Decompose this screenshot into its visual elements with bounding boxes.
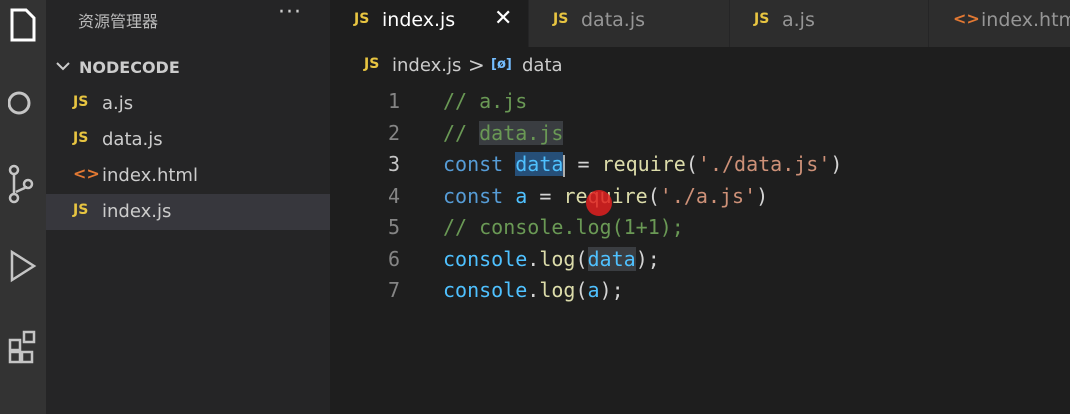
breadcrumb-file[interactable]: index.js — [392, 55, 461, 76]
folder-header[interactable]: NODECODE — [46, 52, 330, 82]
identifier-token: a — [503, 184, 528, 208]
function-token: log — [539, 247, 576, 271]
chevron-down-icon — [54, 57, 72, 79]
chevron-right-icon: > — [468, 53, 485, 77]
file-label: a.js — [102, 93, 134, 114]
identifier-token: console — [443, 247, 528, 271]
file-label: data.js — [102, 129, 163, 150]
file-item-index-html[interactable]: <> index.html — [46, 158, 330, 194]
string-token: './data.js' — [697, 152, 831, 176]
keyword-token: const — [443, 152, 504, 176]
file-item-data-js[interactable]: JS data.js — [46, 122, 330, 158]
code-line: const data = require('./data.js') — [443, 152, 842, 177]
operator-token: = — [527, 184, 564, 208]
tab-a-js[interactable]: JS a.js — [730, 0, 929, 47]
code-line: console.log(a); — [443, 278, 624, 302]
js-file-icon: JS — [754, 11, 770, 27]
paren-token: ( — [575, 247, 588, 271]
paren-token: ) — [830, 152, 843, 176]
operator-token: = — [565, 152, 602, 176]
comment-token: // console.log(1+1); — [443, 215, 684, 239]
js-file-icon: JS — [553, 11, 569, 27]
tab-index-js[interactable]: JS index.js ✕ — [330, 0, 529, 47]
file-item-index-js[interactable]: JS index.js — [46, 194, 330, 230]
line-number: 7 — [387, 278, 400, 302]
js-file-icon: JS — [364, 56, 380, 72]
extensions-icon[interactable] — [0, 326, 46, 370]
file-label: index.html — [102, 165, 198, 186]
line-number: 2 — [387, 121, 400, 145]
comment-token: // a.js — [443, 89, 528, 113]
paren-token: ); — [635, 247, 660, 271]
tab-index-html[interactable]: <> index.htm — [929, 0, 1070, 47]
tab-data-js[interactable]: JS data.js — [529, 0, 730, 47]
activity-bar — [0, 0, 46, 414]
comment-highlight: data.js — [479, 121, 564, 145]
file-item-a-js[interactable]: JS a.js — [46, 86, 330, 122]
line-number: 1 — [387, 89, 400, 113]
paren-token: ( — [647, 184, 660, 208]
keyword-token: const — [443, 184, 504, 208]
string-token: './a.js' — [659, 184, 757, 208]
code-line: console.log(data); — [443, 247, 660, 271]
tab-label: index.js — [382, 9, 456, 31]
search-icon[interactable] — [0, 88, 46, 120]
file-label: index.js — [102, 201, 172, 222]
selected-identifier: data — [515, 152, 564, 176]
paren-token: ( — [685, 152, 698, 176]
identifier-token: a — [587, 278, 600, 302]
line-number: 5 — [387, 215, 400, 239]
editor-tab-bar: JS index.js ✕ JS data.js JS a.js <> inde… — [330, 0, 1070, 47]
highlighted-identifier: data — [587, 247, 636, 271]
explorer-title: 资源管理器 — [78, 12, 159, 31]
run-debug-icon[interactable] — [0, 246, 46, 286]
files-icon[interactable] — [0, 6, 46, 44]
more-actions-button[interactable]: ··· — [278, 0, 302, 25]
dot-token: . — [527, 247, 540, 271]
tab-label: a.js — [782, 9, 815, 31]
html-file-icon: <> — [73, 164, 100, 183]
function-token: log — [539, 278, 576, 302]
line-number: 3 — [387, 152, 400, 176]
folder-name: NODECODE — [79, 58, 180, 77]
js-file-icon: JS — [73, 202, 89, 218]
paren-token: ( — [575, 278, 588, 302]
paren-token: ); — [599, 278, 624, 302]
paren-token: ) — [756, 184, 769, 208]
tab-label: data.js — [581, 9, 646, 31]
dot-token: . — [527, 278, 540, 302]
identifier-token: console — [443, 278, 528, 302]
code-line: // data.js — [443, 121, 564, 145]
breadcrumb-symbol[interactable]: data — [522, 55, 563, 76]
comment-token: // — [443, 121, 480, 145]
function-token: require — [601, 152, 686, 176]
mouse-pointer-indicator — [586, 190, 612, 216]
explorer-sidebar: 资源管理器 ··· NODECODE JS a.js JS data.js <>… — [46, 0, 330, 414]
js-file-icon: JS — [73, 94, 89, 110]
code-line: // console.log(1+1); — [443, 215, 684, 239]
tab-label: index.htm — [981, 9, 1070, 31]
line-number: 6 — [387, 247, 400, 271]
code-editor[interactable]: 1 2 3 4 5 6 7 // a.js // data.js const d… — [330, 85, 1070, 414]
line-number: 4 — [387, 184, 400, 208]
breadcrumb: JS index.js > [ø] data — [330, 47, 1070, 85]
close-icon[interactable]: ✕ — [494, 6, 512, 31]
js-file-icon: JS — [354, 11, 370, 27]
js-file-icon: JS — [73, 130, 89, 146]
html-file-icon: <> — [953, 9, 980, 28]
source-control-icon[interactable] — [0, 164, 46, 204]
variable-symbol-icon: [ø] — [491, 57, 512, 72]
code-line: // a.js — [443, 89, 527, 113]
